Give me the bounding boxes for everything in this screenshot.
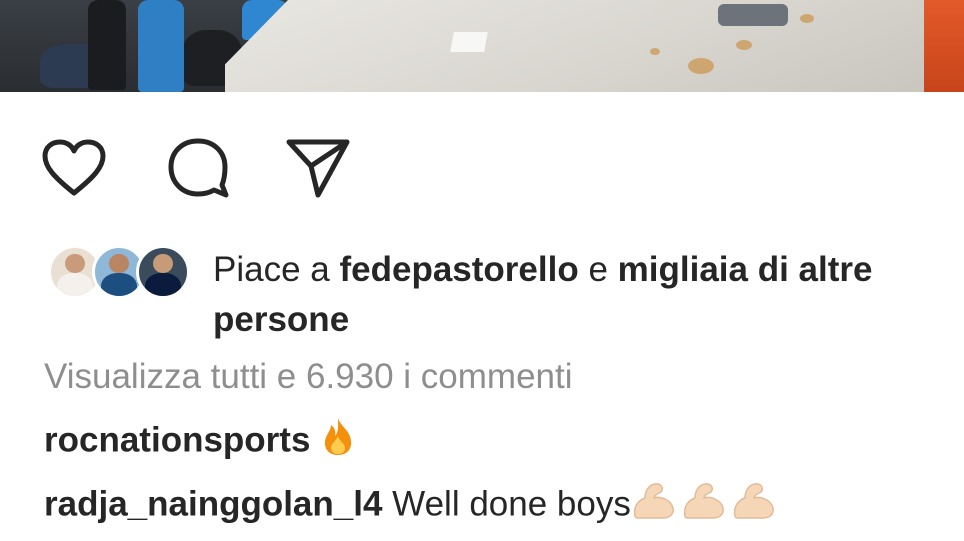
likes-summary[interactable]: Piace a fedepastorello e migliaia di alt… xyxy=(213,245,964,345)
likes-conjunction: e xyxy=(588,250,608,289)
paper-plane-icon xyxy=(285,138,351,198)
liker-username[interactable]: fedepastorello xyxy=(339,250,578,289)
liker-avatars[interactable] xyxy=(48,245,190,305)
photo-bench xyxy=(225,0,925,92)
like-button[interactable] xyxy=(41,137,107,199)
comment-username[interactable]: radja_nainggolan_l4 xyxy=(44,484,382,523)
photo-cloth xyxy=(718,4,788,26)
photo-sock xyxy=(138,0,184,92)
view-all-comments-link[interactable]: Visualizza tutti e 6.930 i commenti xyxy=(44,354,573,400)
likes-prefix: Piace a xyxy=(213,250,330,289)
heart-icon xyxy=(42,139,106,197)
photo-stain xyxy=(688,58,714,74)
comment-item: rocnationsports xyxy=(44,416,356,468)
share-button[interactable] xyxy=(285,137,351,199)
comment-text: Well done boys xyxy=(392,484,631,524)
speech-bubble-icon xyxy=(166,137,230,199)
photo-stain xyxy=(800,14,814,23)
fire-icon xyxy=(320,416,356,468)
avatar[interactable] xyxy=(136,245,190,299)
comment-button[interactable] xyxy=(165,137,231,199)
photo-stain xyxy=(736,40,752,50)
photo-wall xyxy=(924,0,964,92)
flexed-biceps-icon xyxy=(631,480,781,532)
comment-username[interactable]: rocnationsports xyxy=(44,420,310,459)
comment-item: radja_nainggolan_l4 Well done boys xyxy=(44,480,781,532)
photo-paper xyxy=(450,32,488,52)
post-image[interactable] xyxy=(0,0,964,92)
photo-sock xyxy=(88,0,126,90)
photo-stain xyxy=(650,48,660,55)
